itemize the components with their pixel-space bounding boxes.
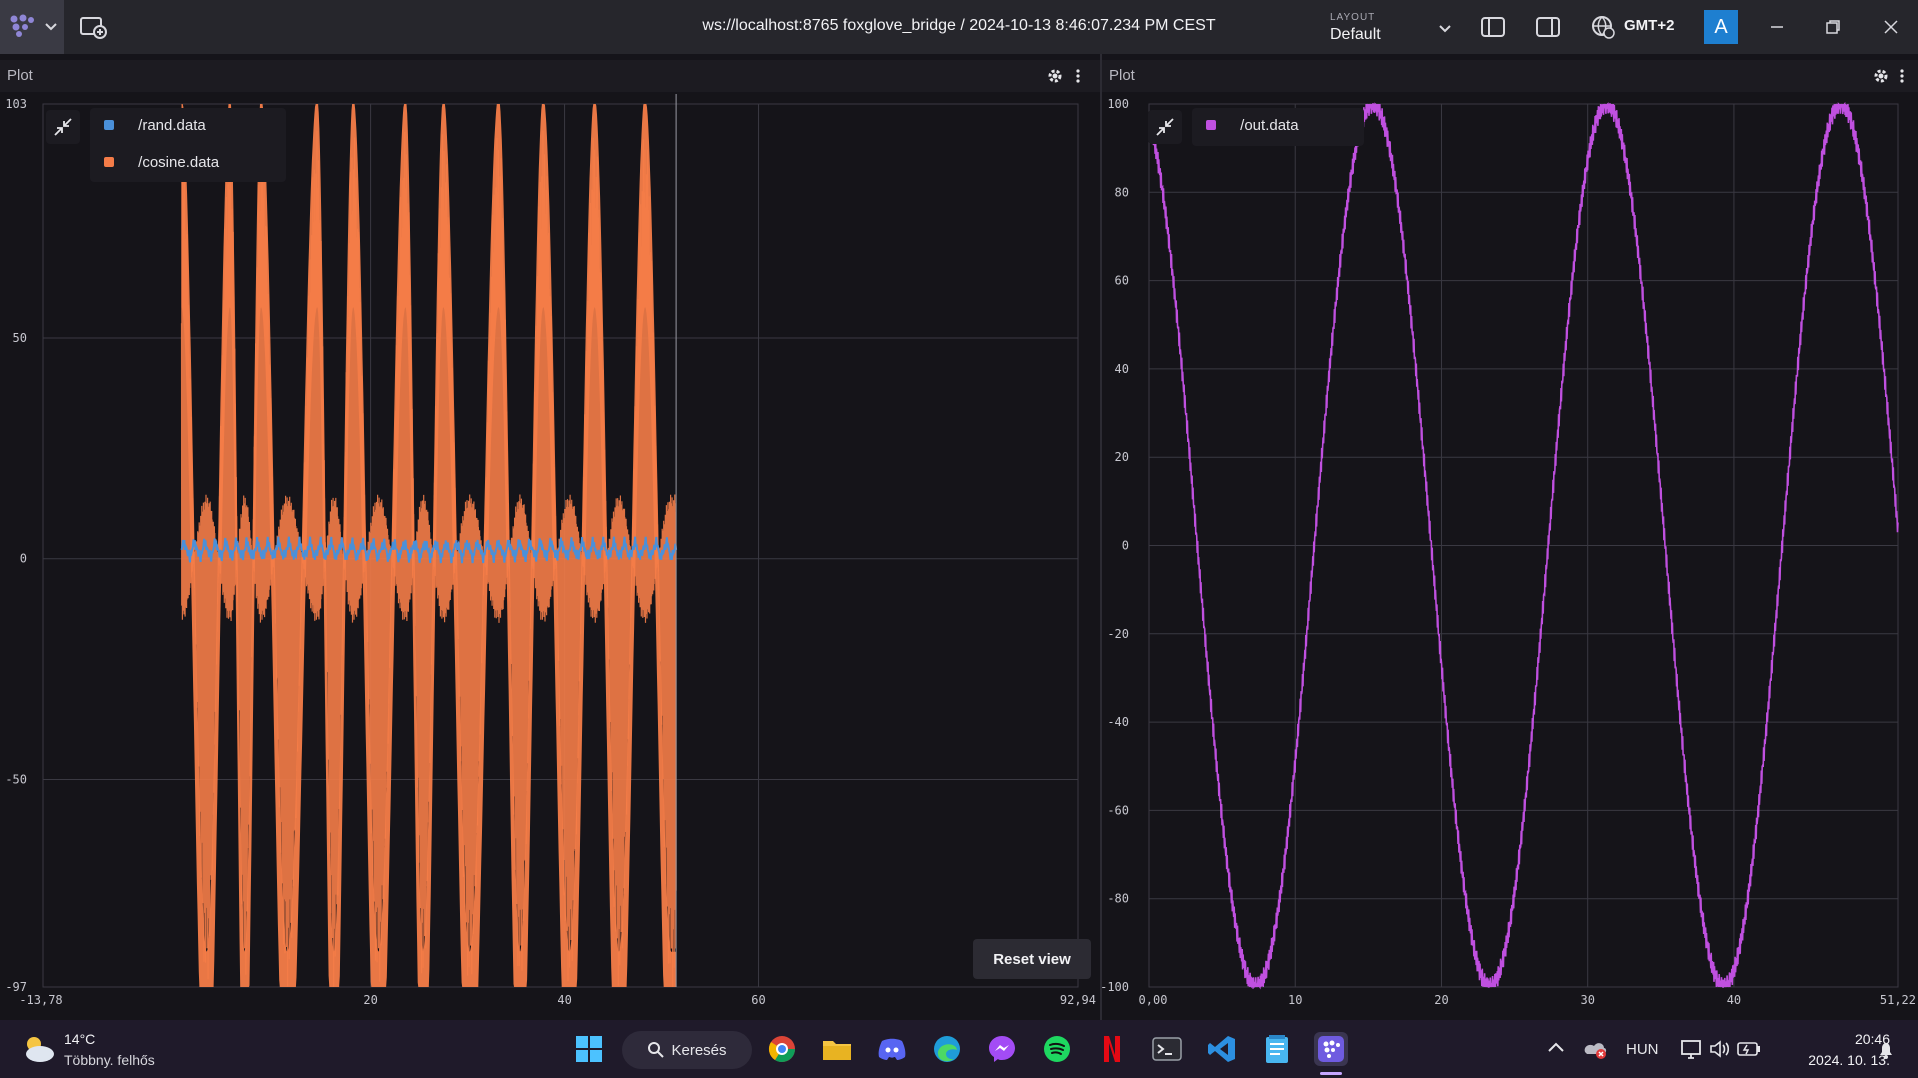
active-app-indicator (1320, 1072, 1342, 1075)
y-tick-label: -100 (1102, 980, 1129, 994)
series-swatch (104, 120, 114, 130)
y-tick-label: -97 (5, 980, 27, 994)
right-sidebar-toggle-icon[interactable] (1533, 12, 1563, 42)
panel-title: Plot (1109, 67, 1135, 84)
panel-title: Plot (7, 67, 33, 84)
weather-description[interactable]: Többny. felhős (64, 1052, 155, 1068)
y-tick-label: 0 (1122, 539, 1129, 553)
left-plot-area[interactable]: 103 50 0 -50 -97 -13,78 20 40 60 92,94 (0, 93, 1100, 1020)
user-avatar[interactable]: A (1704, 10, 1738, 44)
layout-selector[interactable]: LAYOUT Default (1330, 10, 1490, 46)
chevron-down-icon (1439, 25, 1451, 33)
restore-icon[interactable] (1818, 12, 1848, 42)
y-tick-label: 60 (1115, 274, 1129, 288)
legend-item[interactable]: /rand.data (104, 117, 206, 134)
file-explorer-icon[interactable] (820, 1032, 854, 1066)
series-swatch (104, 157, 114, 167)
foxglove-app-icon[interactable] (1314, 1032, 1348, 1066)
x-tick-label: 60 (751, 993, 765, 1007)
windows-start-icon[interactable] (572, 1032, 606, 1066)
collapse-legend-icon[interactable] (46, 110, 80, 144)
legend-label: /out.data (1240, 117, 1299, 134)
network-icon[interactable] (1680, 1038, 1704, 1060)
language-indicator[interactable]: HUN (1626, 1041, 1659, 1058)
x-tick-label: -13,78 (19, 993, 62, 1007)
netflix-icon[interactable] (1095, 1032, 1129, 1066)
chrome-icon[interactable] (765, 1032, 799, 1066)
timezone-label[interactable]: GMT+2 (1624, 17, 1674, 34)
more-options-icon[interactable] (1075, 68, 1081, 84)
left-panel-header: Plot (0, 60, 1100, 92)
edge-icon[interactable] (930, 1032, 964, 1066)
discord-icon[interactable] (875, 1032, 909, 1066)
y-tick-label: 50 (13, 331, 27, 345)
left-legend: /rand.data /cosine.data (90, 108, 286, 182)
notepad-icon[interactable] (1260, 1032, 1294, 1066)
clock-date[interactable]: 2024. 10. 13. (1780, 1052, 1890, 1068)
left-sidebar-toggle-icon[interactable] (1478, 12, 1508, 42)
left-plot-svg[interactable]: 103 50 0 -50 -97-13,78 20 40 60 92,94 (0, 93, 1100, 1020)
series-swatch (1206, 120, 1216, 130)
x-tick-label: 20 (1434, 993, 1448, 1007)
x-tick-label: 92,94 (1060, 993, 1096, 1007)
more-options-icon[interactable] (1899, 68, 1905, 84)
search-label: Keresés (671, 1041, 727, 1059)
x-tick-label: 40 (557, 993, 571, 1007)
x-tick-label: 51,22 (1880, 993, 1916, 1007)
x-tick-label: 10 (1288, 993, 1302, 1007)
y-tick-label: 80 (1115, 185, 1129, 199)
legend-label: /cosine.data (138, 154, 220, 171)
weather-cloud-icon[interactable] (20, 1032, 58, 1066)
onedrive-error-icon[interactable] (1582, 1036, 1608, 1060)
settings-gear-icon[interactable] (1047, 68, 1063, 84)
y-tick-label: -80 (1107, 892, 1129, 906)
settings-gear-icon[interactable] (1873, 68, 1889, 84)
minimize-icon[interactable] (1762, 12, 1792, 42)
weather-temperature[interactable]: 14°C (64, 1031, 95, 1047)
vscode-icon[interactable] (1205, 1032, 1239, 1066)
y-tick-label: 20 (1115, 450, 1129, 464)
volume-icon[interactable] (1708, 1038, 1732, 1060)
spotify-icon[interactable] (1040, 1032, 1074, 1066)
legend-label: /rand.data (138, 117, 206, 134)
chevron-up-icon[interactable] (1546, 1040, 1566, 1056)
y-tick-label: -40 (1107, 715, 1129, 729)
right-plot-area[interactable]: 100 80 60 40 20 0 -20 -40 -60 -80 -100 0,00 10 20 30 40… (1102, 93, 1918, 1020)
terminal-icon[interactable] (1150, 1032, 1184, 1066)
right-panel-header: Plot (1102, 60, 1918, 92)
search-icon (648, 1042, 665, 1058)
title-bar: ws://localhost:8765 foxglove_bridge / 20… (0, 0, 1918, 54)
x-tick-label: 20 (363, 993, 377, 1007)
battery-icon[interactable] (1736, 1040, 1762, 1058)
reset-view-button[interactable]: Reset view (973, 939, 1091, 979)
y-tick-label: -60 (1107, 803, 1129, 817)
y-tick-label: -20 (1107, 627, 1129, 641)
notification-bell-icon[interactable] (1876, 1040, 1896, 1060)
layout-value: Default (1330, 26, 1381, 43)
close-icon[interactable] (1876, 12, 1906, 42)
y-tick-label: 0 (20, 552, 27, 566)
right-legend: /out.data (1192, 108, 1364, 146)
legend-item[interactable]: /cosine.data (104, 154, 219, 171)
messenger-icon[interactable] (985, 1032, 1019, 1066)
right-plot-svg[interactable]: 100 80 60 40 20 0 -20 -40 -60 -80 -100 0,00 10 20 30 40… (1102, 93, 1918, 1020)
y-tick-label: 40 (1115, 362, 1129, 376)
x-tick-label: 40 (1727, 993, 1741, 1007)
x-tick-label: 0,00 (1139, 993, 1168, 1007)
y-tick-label: 103 (5, 97, 27, 111)
y-tick-label: -50 (5, 772, 27, 786)
collapse-legend-icon[interactable] (1148, 110, 1182, 144)
taskbar-search[interactable]: Keresés (622, 1031, 752, 1069)
y-tick-label: 100 (1107, 97, 1129, 111)
x-tick-label: 30 (1580, 993, 1594, 1007)
timezone-globe-icon[interactable] (1588, 12, 1618, 42)
legend-item[interactable]: /out.data (1206, 117, 1299, 134)
layout-caption: LAYOUT (1330, 12, 1376, 23)
